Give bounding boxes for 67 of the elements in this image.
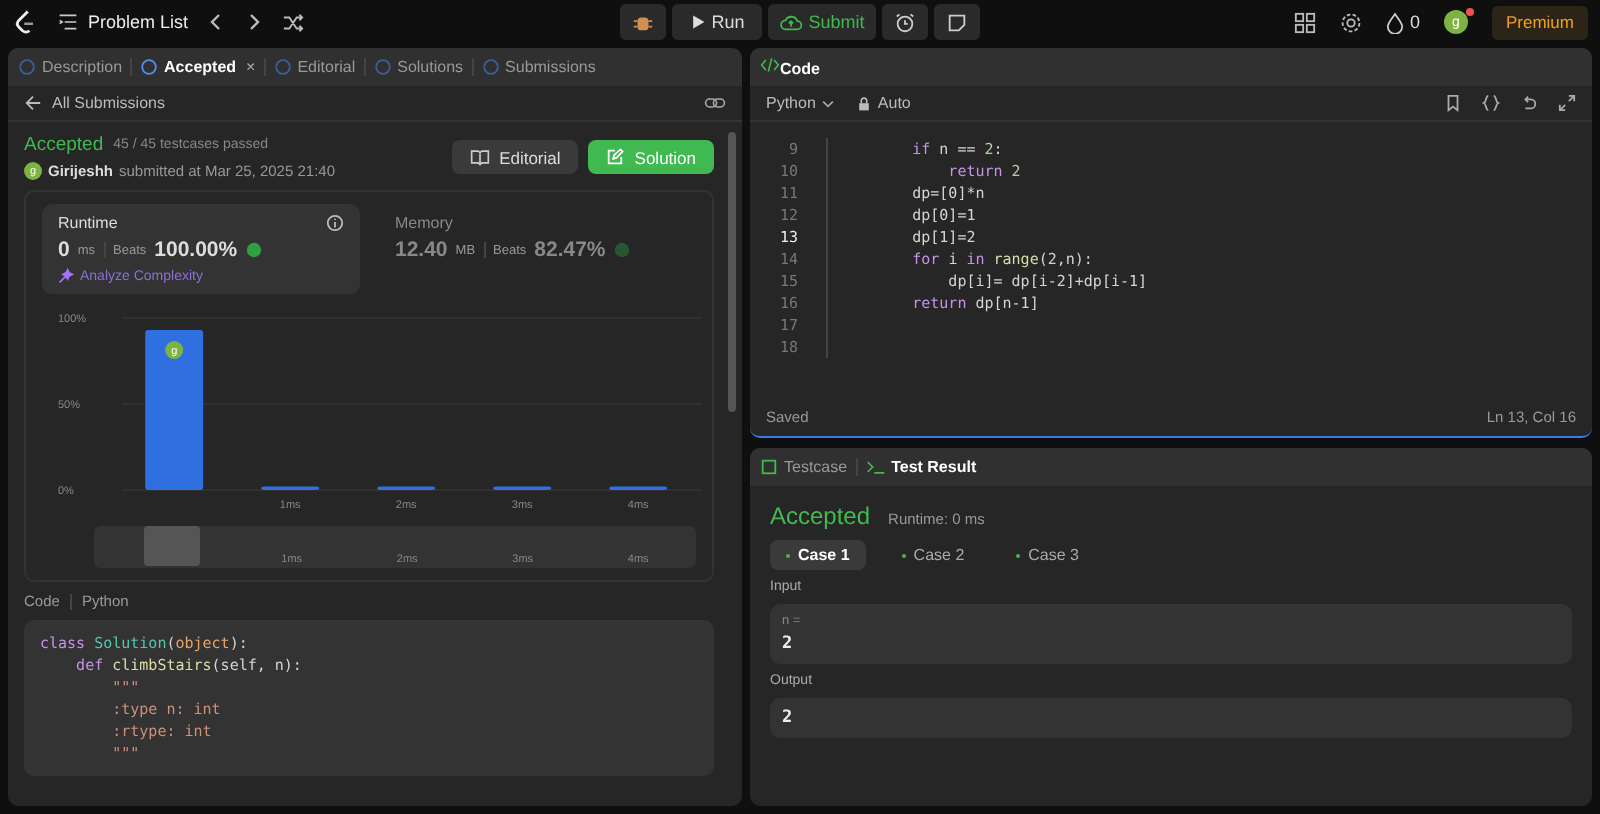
auto-mode[interactable]: Auto [855, 94, 911, 112]
panel-tab[interactable]: Submissions [481, 58, 596, 76]
settings-icon[interactable] [1339, 11, 1362, 33]
alarm-clock-button[interactable] [882, 4, 929, 40]
case-tab[interactable]: Case 1 [770, 540, 866, 570]
language-dropdown[interactable]: Python [766, 94, 836, 112]
stat-value: 12.40 [395, 238, 448, 262]
terminal-icon [865, 458, 886, 476]
beats-percent: 100.00% [154, 238, 238, 262]
alarm-clock-icon [894, 11, 917, 33]
input-value: 2 [782, 634, 795, 654]
chevron-down-icon [819, 95, 836, 111]
panel-tab[interactable]: Accepted × [140, 58, 256, 76]
panel-tab[interactable]: Solutions [373, 58, 464, 76]
all-submissions-link[interactable]: All Submissions [24, 94, 165, 112]
scrollbar[interactable] [728, 132, 736, 412]
result-status: Accepted [770, 502, 871, 530]
circle-icon [273, 58, 292, 76]
shuffle-icon[interactable] [282, 11, 305, 33]
code-tab[interactable]: Code [760, 56, 820, 78]
info-icon[interactable] [325, 214, 343, 232]
link-icon[interactable] [704, 94, 726, 112]
chevron-right-icon[interactable] [244, 12, 265, 32]
panel-tab[interactable]: Editorial [273, 58, 356, 76]
note-icon [946, 11, 969, 33]
badge-icon [613, 242, 630, 258]
stat-title: Runtime [58, 214, 118, 232]
note-button[interactable] [934, 4, 981, 40]
cloud-upload-icon [780, 13, 803, 31]
submit-button[interactable]: Submit [768, 4, 877, 40]
stat-value: 0 [58, 238, 70, 262]
lock-icon [855, 95, 872, 111]
output-value: 2 [782, 708, 795, 728]
editorial-button[interactable]: Editorial [451, 140, 579, 174]
expand-icon[interactable] [1558, 94, 1576, 112]
back-arrow-icon [24, 94, 42, 112]
square-icon [760, 458, 778, 476]
panel-tab[interactable]: Description [18, 58, 123, 76]
sparkle-icon [58, 268, 74, 284]
circle-icon [373, 58, 392, 76]
grid-icon[interactable] [1293, 11, 1316, 33]
case-tab[interactable]: Case 2 [885, 540, 981, 570]
badge-icon [245, 242, 262, 258]
edit-icon [606, 148, 625, 166]
scrubber-handle[interactable] [144, 526, 200, 566]
book-icon [469, 148, 490, 166]
debug-button[interactable] [619, 4, 666, 40]
play-icon [689, 14, 706, 30]
panel-tab[interactable]: Testcase [760, 458, 848, 476]
circle-icon [140, 58, 159, 76]
case-tab[interactable]: Case 3 [1000, 540, 1096, 570]
list-icon [58, 12, 78, 32]
beats-percent: 82.47% [534, 238, 606, 262]
undo-icon[interactable] [1520, 94, 1538, 112]
panel-tab[interactable]: Test Result [865, 458, 977, 476]
circle-icon [18, 58, 36, 76]
circle-icon [481, 58, 500, 76]
problem-list-button[interactable]: Problem List [58, 12, 189, 32]
run-button[interactable]: Run [671, 4, 763, 40]
bookmark-icon[interactable] [1444, 94, 1462, 112]
premium-button[interactable]: Premium [1491, 5, 1588, 39]
accepted-status: Accepted [24, 134, 104, 156]
braces-icon[interactable] [1482, 94, 1500, 112]
streak-counter[interactable]: 0 [1385, 11, 1420, 33]
stat-title: Memory [395, 214, 453, 232]
close-icon[interactable]: × [246, 58, 256, 76]
code-icon [760, 56, 780, 74]
